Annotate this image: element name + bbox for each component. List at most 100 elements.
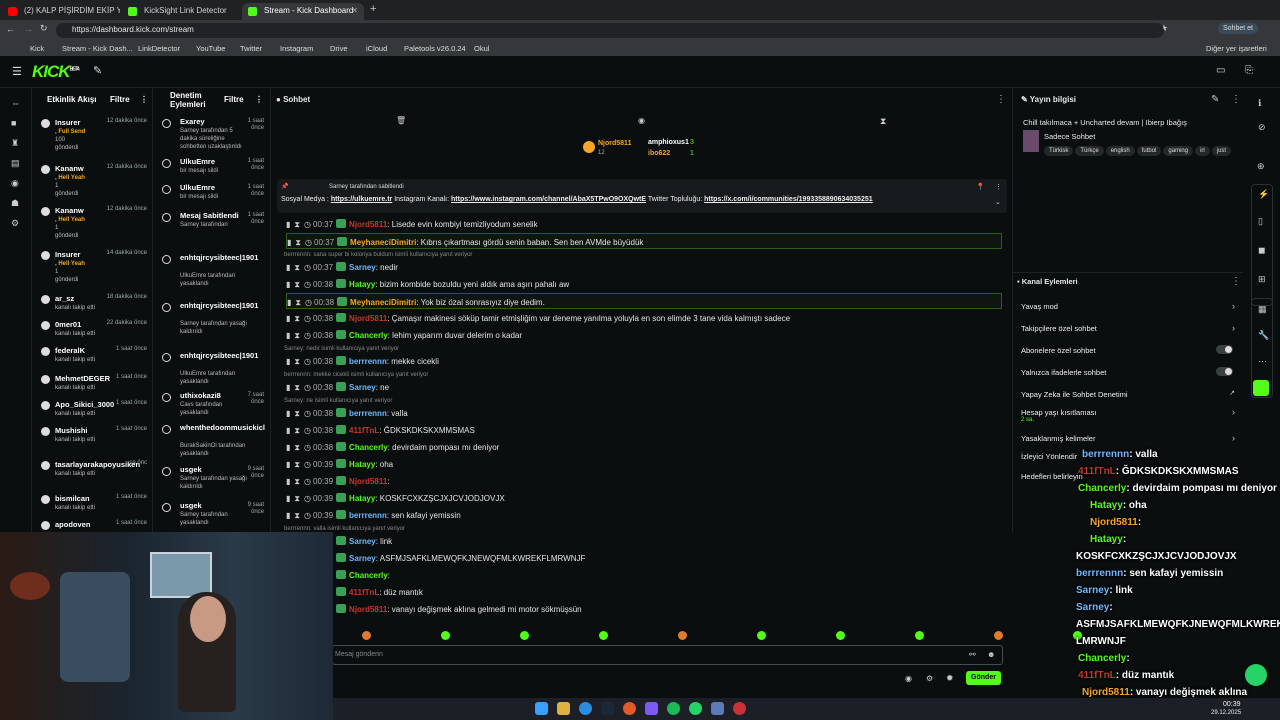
bookmark-drive[interactable]: Drive bbox=[330, 44, 348, 53]
message-username[interactable]: Njord5811 bbox=[349, 314, 387, 323]
bookmark-icloud[interactable]: iCloud bbox=[366, 44, 387, 53]
emote-icon[interactable] bbox=[757, 631, 766, 640]
bookmark-linkdetector[interactable]: LinkDetector bbox=[138, 44, 180, 53]
moderation-user[interactable]: Exarey bbox=[180, 118, 240, 126]
chat-message[interactable]: ▮ ⧗ ◷ 00:38 MeyhaneciDimitri: Yok biz özal s… bbox=[286, 293, 1002, 309]
info-icon[interactable]: ℹ bbox=[1258, 98, 1261, 109]
chat-message[interactable]: ▮ ⧗ ◷ 00:37 Njord5811: Lisede evin kombiyi t… bbox=[286, 216, 1002, 232]
obs-icon[interactable] bbox=[733, 702, 746, 715]
stream-tag[interactable]: english bbox=[1105, 146, 1135, 156]
message-username[interactable]: berrrennn bbox=[349, 511, 387, 520]
bookmark-twitter[interactable]: Twitter bbox=[240, 44, 262, 53]
discord-icon[interactable] bbox=[645, 702, 658, 715]
trash-icon[interactable]: ▮ bbox=[286, 426, 290, 435]
channel-action-row[interactable]: Yasaklanmış kelimeler › bbox=[1021, 433, 1237, 443]
video-icon[interactable]: ■ bbox=[11, 118, 20, 128]
trash-icon[interactable]: ▮ bbox=[286, 477, 290, 486]
bookmark-stream[interactable]: Stream - Kick Dash... bbox=[62, 44, 133, 53]
stream-tag[interactable]: Türkisk bbox=[1044, 146, 1074, 156]
toggle-switch[interactable] bbox=[1216, 367, 1233, 376]
message-username[interactable]: Sarney bbox=[349, 383, 376, 392]
settings-app-icon[interactable] bbox=[711, 702, 724, 715]
top-viewer-2-name[interactable]: amphioxus1 bbox=[648, 139, 689, 146]
chevron-right-icon[interactable]: › bbox=[1232, 407, 1235, 417]
send-button[interactable]: Gönder bbox=[966, 671, 1001, 685]
emote-icon[interactable] bbox=[441, 631, 450, 640]
hourglass-icon[interactable]: ⧗ bbox=[294, 511, 300, 520]
hourglass-icon[interactable]: ⧗ bbox=[294, 409, 300, 418]
emote-icon[interactable] bbox=[362, 631, 371, 640]
bookmark-kick[interactable]: Kick bbox=[30, 44, 44, 53]
channel-action-row[interactable]: Takipçilere özel sohbet › bbox=[1021, 323, 1237, 333]
edit-icon[interactable]: ✎ bbox=[1211, 94, 1219, 105]
hourglass-icon[interactable]: ⧗ bbox=[294, 280, 300, 289]
chat-message[interactable]: ▮ ⧗ ◷ 00:37 Sarney: nedir bbox=[286, 259, 1002, 275]
message-username[interactable]: Sarney bbox=[349, 554, 376, 563]
hourglass-icon[interactable]: ⧗ bbox=[294, 477, 300, 486]
settings-icon[interactable]: ⚙ bbox=[11, 218, 20, 228]
browser-tab-dashboard[interactable]: Stream - Kick Dashboard ✕ bbox=[242, 3, 364, 20]
chevron-down-icon[interactable]: ⌄ bbox=[995, 198, 1001, 206]
stream-tag[interactable]: Türkçe bbox=[1075, 146, 1104, 156]
moderation-user[interactable]: Mesaj Sabitlendi bbox=[180, 212, 240, 220]
browser-tab-kicksight[interactable]: KickSight Link Detector bbox=[122, 3, 240, 20]
hourglass-icon[interactable]: ⧗ bbox=[294, 383, 300, 392]
whatsapp-icon[interactable] bbox=[689, 702, 702, 715]
chart-icon[interactable]: ▤ bbox=[11, 158, 20, 168]
message-username[interactable]: Sarney bbox=[349, 263, 376, 272]
pinned-link-2[interactable]: https://www.instagram.com/channel/AbaX5T… bbox=[451, 196, 646, 203]
trophy-icon[interactable]: ♜ bbox=[11, 138, 20, 148]
pinned-link-3[interactable]: https://x.com/i/communities/199335889063… bbox=[704, 196, 872, 203]
hourglass-icon[interactable]: ⧗ bbox=[295, 238, 301, 247]
more-icon[interactable]: ⋮ bbox=[255, 95, 263, 104]
message-username[interactable]: 411fTnL bbox=[349, 426, 379, 435]
activity-user[interactable]: Kananw bbox=[55, 206, 84, 215]
emote-icon[interactable] bbox=[599, 631, 608, 640]
more-icon[interactable]: ⋮ bbox=[1231, 94, 1241, 105]
emote-icon[interactable] bbox=[836, 631, 845, 640]
chat-message[interactable]: ▮ ⧗ ◷ 00:38 Chancerly: lehim yaparım duvar d… bbox=[286, 327, 1002, 343]
chat-message[interactable]: ▮ ⧗ ◷ 00:39 Hatayy: oha bbox=[286, 456, 1002, 472]
forward-icon[interactable]: → bbox=[24, 24, 33, 34]
trash-icon[interactable]: ▮ bbox=[286, 511, 290, 520]
activity-user[interactable]: tasarlayarakapoyusiken bbox=[55, 460, 140, 469]
emote-icon[interactable] bbox=[520, 631, 529, 640]
message-username[interactable]: Njord5811 bbox=[349, 477, 387, 486]
kick-logo[interactable]: KICKBETA bbox=[32, 62, 80, 82]
trash-icon[interactable]: ▮ bbox=[286, 357, 290, 366]
top-viewer-1-name[interactable]: Njord5811 bbox=[598, 140, 631, 147]
stream-category[interactable]: Sadece Sohbet bbox=[1044, 132, 1095, 141]
firefox-icon[interactable] bbox=[623, 702, 636, 715]
trash-icon[interactable]: ▮ bbox=[286, 409, 290, 418]
trash-icon[interactable]: ▮ bbox=[286, 280, 290, 289]
trash-icon[interactable]: ▮ bbox=[286, 494, 290, 503]
hourglass-icon[interactable]: ⧗ bbox=[294, 494, 300, 503]
emote-icon[interactable] bbox=[994, 631, 1003, 640]
activity-user[interactable]: federalK bbox=[55, 346, 85, 355]
steam-icon[interactable] bbox=[601, 702, 614, 715]
other-bookmarks[interactable]: Diğer yer işaretleri bbox=[1206, 44, 1267, 53]
moderation-user[interactable]: enhtqjrcysibteec|1901 bbox=[180, 254, 258, 262]
chat-message[interactable]: ▮⧗◷00:39Sarney: ASFMJSAFKLMEWQFKJNEWQFML… bbox=[286, 550, 1002, 566]
hourglass-icon[interactable]: ⧗ bbox=[294, 314, 300, 323]
moderation-user[interactable]: UlkuEmre bbox=[180, 158, 240, 166]
trash-icon[interactable]: ▮ bbox=[286, 220, 290, 229]
layout-icon[interactable]: ▦ bbox=[1258, 304, 1267, 315]
activity-user[interactable]: Apo_Sikici_3000 bbox=[55, 400, 114, 409]
chevron-right-icon[interactable]: › bbox=[1232, 433, 1235, 443]
chevron-right-icon[interactable]: › bbox=[1232, 323, 1235, 333]
message-username[interactable]: Hatayy bbox=[349, 460, 375, 469]
chat-bubble-icon[interactable]: ◉ bbox=[905, 674, 912, 683]
emote-icon[interactable] bbox=[915, 631, 924, 640]
chat-message[interactable]: ▮⧗◷00:39Chancerly: bbox=[286, 567, 1002, 583]
hourglass-icon[interactable]: ⧗ bbox=[294, 426, 300, 435]
bookmark-youtube[interactable]: YouTube bbox=[196, 44, 225, 53]
chat-input[interactable]: Mesaj gönderin ⚯ ☻ bbox=[332, 645, 1003, 665]
hourglass-icon[interactable]: ⧗ bbox=[294, 443, 300, 452]
moderation-user[interactable]: usgek bbox=[180, 502, 240, 510]
channel-action-row[interactable]: Hesap yaşı kısıtlaması 2 sa. › bbox=[1021, 407, 1237, 423]
hourglass-icon[interactable]: ⧗ bbox=[880, 116, 886, 127]
chat-message[interactable]: ▮⧗◷00:39411fTnL: düz mantık bbox=[286, 584, 1002, 600]
pinned-more-icon[interactable]: ⋮ bbox=[995, 183, 1002, 191]
hide-icon[interactable]: ⊘ bbox=[1258, 122, 1266, 133]
